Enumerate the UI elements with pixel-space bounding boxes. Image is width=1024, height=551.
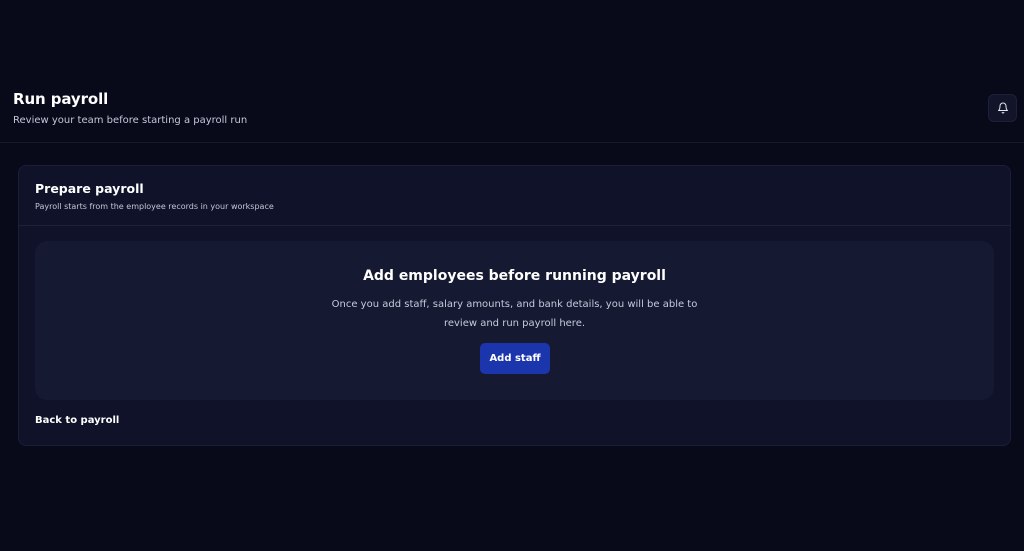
page-title: Run payroll	[13, 90, 109, 108]
card-title: Prepare payroll	[35, 181, 144, 196]
card-header: Prepare payroll Payroll starts from the …	[19, 166, 1010, 226]
app-root: Run payroll Review your team before star…	[0, 0, 1024, 551]
prepare-payroll-card: Prepare payroll Payroll starts from the …	[18, 165, 1011, 446]
add-staff-button[interactable]: Add staff	[480, 343, 550, 374]
page-subtitle: Review your team before starting a payro…	[13, 115, 248, 126]
empty-state-heading: Add employees before running payroll	[363, 268, 666, 284]
notifications-button[interactable]	[988, 94, 1017, 122]
empty-state-text: Once you add staff, salary amounts, and …	[331, 299, 698, 329]
card-subtitle: Payroll starts from the employee records…	[35, 202, 274, 211]
empty-state-panel: Add employees before running payroll Onc…	[35, 241, 994, 400]
page-header: Run payroll Review your team before star…	[0, 80, 1024, 143]
back-to-payroll-link[interactable]: Back to payroll	[35, 415, 119, 426]
bell-icon	[997, 102, 1009, 114]
